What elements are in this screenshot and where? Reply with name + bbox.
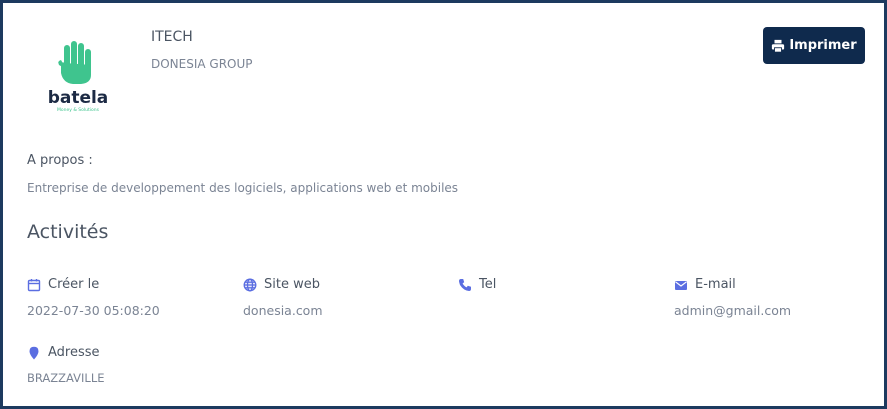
- email-value[interactable]: admin@gmail.com: [674, 303, 791, 318]
- created-value: 2022-07-30 05:08:20: [27, 303, 160, 318]
- info-website: Site web donesia.com: [243, 277, 323, 318]
- address-label: Adresse: [48, 345, 100, 360]
- print-button[interactable]: Imprimer: [763, 27, 865, 64]
- email-label: E-mail: [695, 277, 736, 292]
- map-marker-icon: [29, 346, 39, 359]
- company-card: batela Money & Solutions ITECH DONESIA G…: [0, 0, 887, 409]
- info-created: Créer le 2022-07-30 05:08:20: [27, 277, 160, 318]
- print-button-label: Imprimer: [789, 38, 857, 53]
- envelope-icon: [675, 280, 687, 290]
- globe-icon: [243, 278, 257, 291]
- logo-tagline: Money & Solutions: [57, 107, 100, 113]
- printer-icon: [772, 39, 785, 53]
- company-group: DONESIA GROUP: [151, 57, 253, 71]
- company-logo: batela Money & Solutions: [48, 41, 109, 113]
- tel-label: Tel: [479, 277, 497, 292]
- address-value: BRAZZAVILLE: [27, 371, 105, 385]
- created-label: Créer le: [48, 277, 100, 292]
- about-text: Entreprise de developpement des logiciel…: [27, 181, 459, 195]
- website-label: Site web: [264, 277, 320, 292]
- info-tel: Tel: [458, 277, 496, 303]
- company-name: ITECH: [151, 29, 193, 45]
- calendar-icon: [27, 278, 41, 291]
- about-label: A propos :: [27, 153, 93, 168]
- website-value[interactable]: donesia.com: [243, 303, 323, 318]
- activities-title: Activités: [27, 221, 109, 243]
- hand-icon: [58, 41, 91, 84]
- info-email: E-mail admin@gmail.com: [674, 277, 791, 318]
- info-address: Adresse BRAZZAVILLE: [27, 345, 105, 385]
- phone-icon: [459, 278, 471, 291]
- logo-wordmark: batela: [48, 88, 109, 108]
